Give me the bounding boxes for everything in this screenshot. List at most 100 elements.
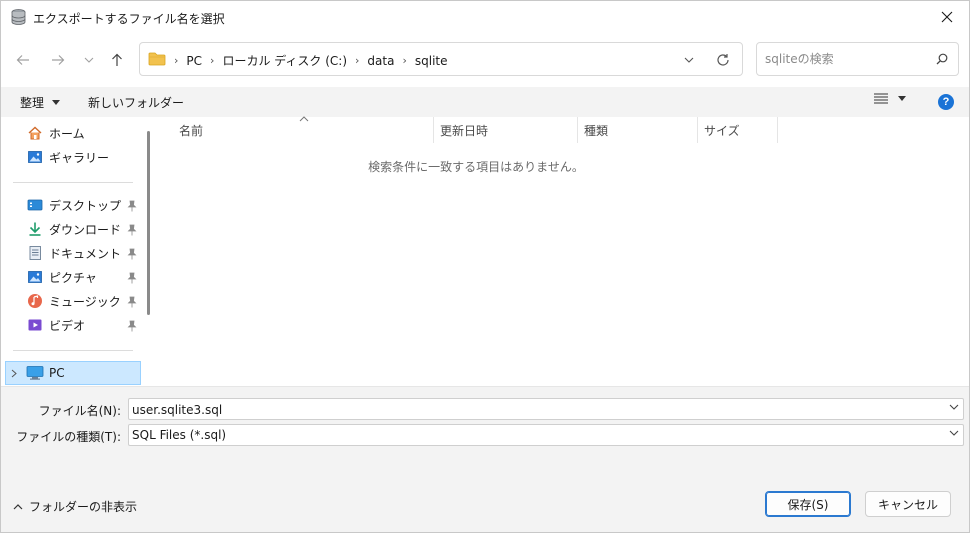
column-divider[interactable]: [433, 117, 434, 143]
close-icon: [941, 11, 953, 23]
cancel-button[interactable]: キャンセル: [865, 491, 951, 517]
navigation-bar: › PC › ローカル ディスク (C:) › data › sqlite: [1, 33, 969, 85]
recent-locations-button[interactable]: [78, 49, 100, 71]
help-button[interactable]: ?: [938, 94, 954, 110]
sidebar-item-videos[interactable]: ビデオ: [27, 314, 85, 336]
sidebar-item-label: ホーム: [49, 126, 85, 141]
music-icon: [28, 294, 42, 308]
up-button[interactable]: [106, 49, 128, 71]
search-icon: [936, 53, 948, 65]
view-options-button[interactable]: [874, 93, 906, 104]
refresh-icon: [717, 54, 729, 66]
chevron-up-icon: [13, 503, 23, 509]
document-icon: [29, 246, 41, 260]
filename-label: ファイル名(N):: [38, 404, 121, 418]
filetype-label: ファイルの種類(T):: [16, 430, 121, 444]
chevron-down-icon: [684, 57, 694, 63]
organize-button[interactable]: 整理: [20, 94, 61, 111]
new-folder-button[interactable]: 新しいフォルダー: [88, 94, 184, 111]
empty-message: 検索条件に一致する項目はありません。: [368, 160, 584, 174]
chevron-right-icon: [11, 369, 17, 377]
pin-icon: [127, 224, 137, 236]
close-button[interactable]: [925, 1, 969, 33]
navigation-pane: ホーム ギャラリー デスクトップ ダウンロード ドキュメント ピクチャ ミュージ…: [1, 117, 159, 386]
command-bar: 整理 新しいフォルダー ?: [1, 87, 969, 117]
sidebar-item-desktop[interactable]: デスクトップ: [27, 194, 121, 216]
breadcrumb: › PC › ローカル ディスク (C:) › data › sqlite: [174, 52, 447, 69]
sidebar-item-downloads[interactable]: ダウンロード: [27, 218, 121, 240]
pictures-icon: [28, 271, 42, 283]
caret-down-icon: [898, 96, 906, 101]
folder-icon: [148, 52, 166, 66]
desktop-icon: [27, 199, 43, 211]
sidebar-divider: [13, 350, 133, 351]
gallery-icon: [28, 151, 42, 163]
list-view-icon: [874, 93, 888, 104]
column-divider[interactable]: [777, 117, 778, 143]
sidebar-item-label: ビデオ: [49, 318, 86, 333]
search-input[interactable]: [765, 51, 925, 67]
sidebar-item-pictures[interactable]: ピクチャ: [27, 266, 97, 288]
chevron-down-icon[interactable]: [949, 404, 959, 410]
sort-ascending-icon: [299, 116, 309, 122]
pin-icon: [127, 296, 137, 308]
forward-button[interactable]: [47, 49, 69, 71]
column-header-name[interactable]: 名前: [179, 117, 203, 143]
window-title: エクスポートするファイル名を選択: [33, 12, 225, 26]
filename-input[interactable]: [132, 402, 932, 417]
pin-icon: [127, 248, 137, 260]
column-header-type[interactable]: 種類: [584, 117, 608, 143]
sidebar-item-label: ギャラリー: [49, 150, 110, 165]
breadcrumb-sqlite[interactable]: sqlite: [415, 54, 448, 68]
chevron-right-icon: ›: [174, 54, 179, 67]
filetype-value: SQL Files (*.sql): [132, 428, 227, 442]
filename-combobox[interactable]: [128, 398, 964, 420]
filetype-select[interactable]: SQL Files (*.sql): [128, 424, 964, 446]
column-divider[interactable]: [697, 117, 698, 143]
file-options-panel: ファイル名(N): ファイルの種類(T): SQL Files (*.sql) …: [1, 386, 969, 532]
column-header-modified[interactable]: 更新日時: [440, 117, 488, 143]
pin-icon: [127, 272, 137, 284]
chevron-down-icon: [84, 57, 94, 63]
chevron-right-icon: ›: [355, 54, 360, 67]
address-bar[interactable]: › PC › ローカル ディスク (C:) › data › sqlite: [139, 42, 743, 76]
organize-label: 整理: [20, 96, 45, 110]
file-list: 名前 更新日時 種類 サイズ 検索条件に一致する項目はありません。: [159, 116, 969, 386]
column-divider[interactable]: [577, 117, 578, 143]
help-icon: ?: [942, 96, 950, 108]
chevron-right-icon: ›: [402, 54, 407, 67]
download-icon: [29, 222, 41, 236]
home-icon: [28, 126, 42, 140]
arrow-left-icon: [16, 55, 29, 65]
back-button[interactable]: [12, 49, 34, 71]
sidebar-item-label: ピクチャ: [49, 270, 97, 285]
video-icon: [28, 319, 42, 331]
sidebar-item-gallery[interactable]: ギャラリー: [27, 146, 109, 168]
arrow-right-icon: [52, 55, 65, 65]
refresh-button[interactable]: [714, 51, 732, 69]
breadcrumb-pc[interactable]: PC: [186, 54, 202, 68]
column-header-size[interactable]: サイズ: [704, 117, 740, 143]
hide-folders-button[interactable]: フォルダーの非表示: [13, 498, 137, 515]
chevron-down-icon[interactable]: [949, 430, 959, 436]
arrow-up-icon: [112, 53, 122, 66]
sidebar-item-music[interactable]: ミュージック: [27, 290, 121, 312]
new-folder-label: 新しいフォルダー: [88, 96, 185, 110]
sidebar-item-label: ミュージック: [49, 294, 121, 309]
sidebar-item-pc[interactable]: PC: [5, 361, 141, 385]
pin-icon: [127, 200, 137, 212]
address-dropdown-button[interactable]: [680, 51, 698, 69]
database-icon: [11, 9, 26, 25]
breadcrumb-data[interactable]: data: [367, 54, 394, 68]
save-dialog: エクスポートするファイル名を選択 › PC › ローカル ディスク (C:) ›…: [0, 0, 970, 533]
breadcrumb-local-disk[interactable]: ローカル ディスク (C:): [222, 52, 347, 69]
save-button[interactable]: 保存(S): [765, 491, 851, 517]
sidebar-item-label: PC: [49, 366, 65, 380]
sidebar-scrollbar[interactable]: [147, 131, 150, 315]
pc-icon: [26, 366, 44, 380]
chevron-right-icon: ›: [210, 54, 215, 67]
search-box[interactable]: [756, 42, 959, 76]
sidebar-item-documents[interactable]: ドキュメント: [27, 242, 121, 264]
title-bar: エクスポートするファイル名を選択: [1, 1, 969, 33]
sidebar-item-home[interactable]: ホーム: [27, 122, 85, 144]
